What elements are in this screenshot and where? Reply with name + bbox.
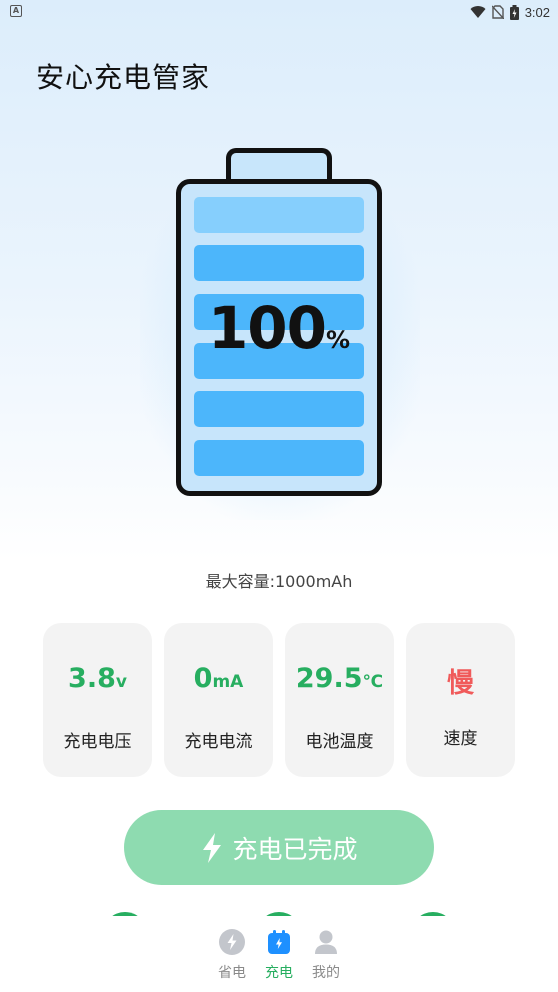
- profile-icon: [315, 930, 337, 954]
- charge-calendar-icon: [268, 930, 290, 954]
- temperature-label: 电池温度: [305, 732, 374, 752]
- status-bar: A 3:02: [0, 0, 558, 24]
- bottom-nav: 省电 充电 我的: [0, 916, 558, 992]
- battery-bar: [194, 245, 364, 281]
- battery-bar: [194, 197, 364, 233]
- nav-label-power-save: 省电: [218, 965, 246, 981]
- current-card: 0mA 充电电流: [164, 623, 273, 777]
- lightning-icon: [203, 832, 222, 863]
- voltage-value: 3.8v: [68, 663, 127, 694]
- temperature-value: 29.5℃: [295, 663, 384, 694]
- speed-card: 慢 速度: [406, 623, 515, 777]
- nav-item-mine[interactable]: 我的: [302, 928, 350, 988]
- charging-complete-label: 充电已完成: [232, 834, 358, 864]
- speed-label: 速度: [443, 729, 478, 749]
- notification-app-icon: A: [10, 5, 22, 17]
- voltage-label: 充电电压: [63, 732, 132, 752]
- nav-label-mine: 我的: [312, 965, 340, 981]
- battery-icon: [509, 4, 519, 20]
- battery-bar: [194, 440, 364, 476]
- app-screen: A 3:02 安心充电管家 100% 最大容量:1000mAh 3.8v 充电电…: [0, 0, 558, 992]
- voltage-card: 3.8v 充电电压: [43, 623, 152, 777]
- max-capacity-text: 最大容量:1000mAh: [205, 572, 353, 591]
- status-icons: 3:02: [470, 3, 550, 21]
- battery-percent: 100%: [181, 294, 377, 362]
- nav-label-charge: 充电: [265, 965, 293, 981]
- battery-bar: [194, 391, 364, 427]
- current-value: 0mA: [193, 663, 244, 694]
- charging-complete-button[interactable]: 充电已完成: [124, 810, 434, 885]
- battery-percent-value: 100: [207, 294, 327, 362]
- battery-percent-unit: %: [326, 326, 351, 354]
- current-label: 充电电流: [184, 732, 253, 752]
- stats-row: 3.8v 充电电压 0mA 充电电流 29.5℃ 电池温度 慢 速度: [43, 623, 515, 777]
- page-title: 安心充电管家: [36, 61, 211, 94]
- no-sim-icon: [491, 5, 504, 19]
- nav-item-power-save[interactable]: 省电: [208, 928, 256, 988]
- wifi-icon: [470, 6, 486, 19]
- nav-item-charge[interactable]: 充电: [255, 928, 303, 988]
- temperature-card: 29.5℃ 电池温度: [285, 623, 394, 777]
- status-time: 3:02: [524, 4, 550, 20]
- speed-value: 慢: [447, 668, 474, 699]
- power-save-icon: [219, 929, 245, 955]
- battery-graphic: 100%: [176, 179, 382, 496]
